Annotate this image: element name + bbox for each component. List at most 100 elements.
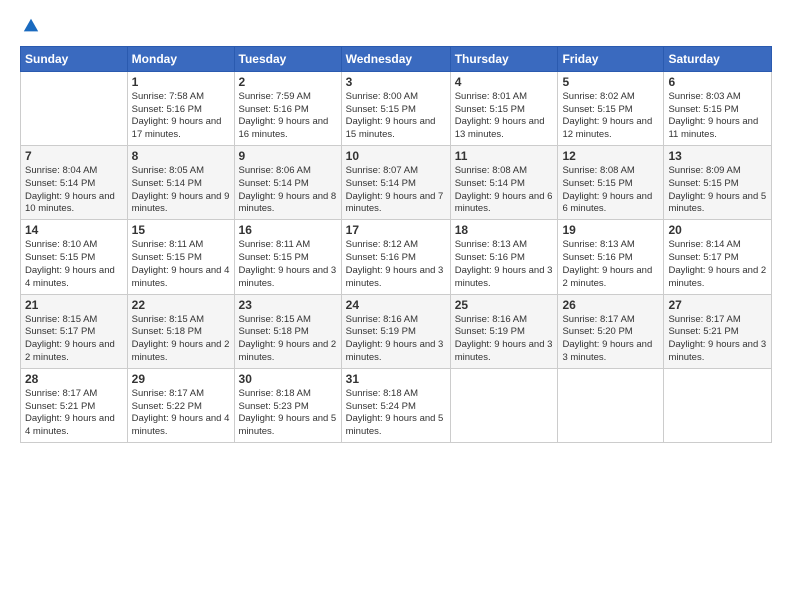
day-number: 28 xyxy=(25,372,123,386)
day-info: Sunrise: 8:02 AMSunset: 5:15 PMDaylight:… xyxy=(562,91,659,142)
day-number: 14 xyxy=(25,223,123,237)
day-info: Sunrise: 8:04 AMSunset: 5:14 PMDaylight:… xyxy=(25,165,123,216)
day-number: 16 xyxy=(239,223,337,237)
calendar-cell: 20 Sunrise: 8:14 AMSunset: 5:17 PMDayligh… xyxy=(664,220,772,294)
calendar-cell: 15 Sunrise: 8:11 AMSunset: 5:15 PMDayligh… xyxy=(127,220,234,294)
day-info: Sunrise: 8:17 AMSunset: 5:22 PMDaylight:… xyxy=(132,388,230,439)
day-number: 20 xyxy=(668,223,767,237)
calendar-week-row: 28 Sunrise: 8:17 AMSunset: 5:21 PMDayligh… xyxy=(21,368,772,442)
day-number: 5 xyxy=(562,75,659,89)
calendar-week-row: 21 Sunrise: 8:15 AMSunset: 5:17 PMDayligh… xyxy=(21,294,772,368)
day-info: Sunrise: 8:10 AMSunset: 5:15 PMDaylight:… xyxy=(25,239,123,290)
header xyxy=(20,16,772,36)
calendar-cell: 6 Sunrise: 8:03 AMSunset: 5:15 PMDaylight… xyxy=(664,71,772,145)
day-info: Sunrise: 8:11 AMSunset: 5:15 PMDaylight:… xyxy=(132,239,230,290)
calendar-cell: 4 Sunrise: 8:01 AMSunset: 5:15 PMDaylight… xyxy=(450,71,558,145)
day-number: 1 xyxy=(132,75,230,89)
calendar-cell: 2 Sunrise: 7:59 AMSunset: 5:16 PMDaylight… xyxy=(234,71,341,145)
day-info: Sunrise: 8:01 AMSunset: 5:15 PMDaylight:… xyxy=(455,91,554,142)
day-info: Sunrise: 8:16 AMSunset: 5:19 PMDaylight:… xyxy=(455,314,554,365)
calendar-cell: 28 Sunrise: 8:17 AMSunset: 5:21 PMDayligh… xyxy=(21,368,128,442)
day-number: 23 xyxy=(239,298,337,312)
day-info: Sunrise: 8:06 AMSunset: 5:14 PMDaylight:… xyxy=(239,165,337,216)
calendar-cell: 10 Sunrise: 8:07 AMSunset: 5:14 PMDayligh… xyxy=(341,146,450,220)
calendar-cell: 31 Sunrise: 8:18 AMSunset: 5:24 PMDayligh… xyxy=(341,368,450,442)
day-info: Sunrise: 8:18 AMSunset: 5:23 PMDaylight:… xyxy=(239,388,337,439)
day-number: 19 xyxy=(562,223,659,237)
day-info: Sunrise: 8:12 AMSunset: 5:16 PMDaylight:… xyxy=(346,239,446,290)
day-number: 24 xyxy=(346,298,446,312)
day-number: 31 xyxy=(346,372,446,386)
calendar-cell: 11 Sunrise: 8:08 AMSunset: 5:14 PMDayligh… xyxy=(450,146,558,220)
calendar-cell: 25 Sunrise: 8:16 AMSunset: 5:19 PMDayligh… xyxy=(450,294,558,368)
calendar-cell: 12 Sunrise: 8:08 AMSunset: 5:15 PMDayligh… xyxy=(558,146,664,220)
calendar-table: SundayMondayTuesdayWednesdayThursdayFrid… xyxy=(20,46,772,443)
logo xyxy=(20,16,44,36)
calendar-cell: 21 Sunrise: 8:15 AMSunset: 5:17 PMDayligh… xyxy=(21,294,128,368)
day-info: Sunrise: 8:08 AMSunset: 5:15 PMDaylight:… xyxy=(562,165,659,216)
day-number: 22 xyxy=(132,298,230,312)
day-info: Sunrise: 8:07 AMSunset: 5:14 PMDaylight:… xyxy=(346,165,446,216)
calendar-cell: 14 Sunrise: 8:10 AMSunset: 5:15 PMDayligh… xyxy=(21,220,128,294)
day-number: 18 xyxy=(455,223,554,237)
calendar-cell: 1 Sunrise: 7:58 AMSunset: 5:16 PMDaylight… xyxy=(127,71,234,145)
calendar-cell: 13Sunrise: 8:09 AMSunset: 5:15 PMDayligh… xyxy=(664,146,772,220)
weekday-header-tuesday: Tuesday xyxy=(234,46,341,71)
weekday-header-saturday: Saturday xyxy=(664,46,772,71)
calendar-cell: 30 Sunrise: 8:18 AMSunset: 5:23 PMDayligh… xyxy=(234,368,341,442)
calendar-cell: 24 Sunrise: 8:16 AMSunset: 5:19 PMDayligh… xyxy=(341,294,450,368)
calendar-week-row: 1 Sunrise: 7:58 AMSunset: 5:16 PMDaylight… xyxy=(21,71,772,145)
calendar-week-row: 14 Sunrise: 8:10 AMSunset: 5:15 PMDayligh… xyxy=(21,220,772,294)
day-info: Sunrise: 8:00 AMSunset: 5:15 PMDaylight:… xyxy=(346,91,446,142)
day-info: Sunrise: 8:14 AMSunset: 5:17 PMDaylight:… xyxy=(668,239,767,290)
calendar-page: SundayMondayTuesdayWednesdayThursdayFrid… xyxy=(0,0,792,612)
day-number: 3 xyxy=(346,75,446,89)
day-info: Sunrise: 8:13 AMSunset: 5:16 PMDaylight:… xyxy=(455,239,554,290)
day-number: 12 xyxy=(562,149,659,163)
day-number: 10 xyxy=(346,149,446,163)
day-info: Sunrise: 8:18 AMSunset: 5:24 PMDaylight:… xyxy=(346,388,446,439)
day-number: 9 xyxy=(239,149,337,163)
calendar-cell xyxy=(450,368,558,442)
calendar-cell: 9 Sunrise: 8:06 AMSunset: 5:14 PMDaylight… xyxy=(234,146,341,220)
calendar-cell: 29 Sunrise: 8:17 AMSunset: 5:22 PMDayligh… xyxy=(127,368,234,442)
day-number: 7 xyxy=(25,149,123,163)
day-number: 4 xyxy=(455,75,554,89)
day-info: Sunrise: 8:15 AMSunset: 5:17 PMDaylight:… xyxy=(25,314,123,365)
day-info: Sunrise: 8:17 AMSunset: 5:20 PMDaylight:… xyxy=(562,314,659,365)
weekday-header-friday: Friday xyxy=(558,46,664,71)
calendar-cell: 3 Sunrise: 8:00 AMSunset: 5:15 PMDaylight… xyxy=(341,71,450,145)
calendar-week-row: 7 Sunrise: 8:04 AMSunset: 5:14 PMDaylight… xyxy=(21,146,772,220)
calendar-cell: 7 Sunrise: 8:04 AMSunset: 5:14 PMDaylight… xyxy=(21,146,128,220)
calendar-cell: 26 Sunrise: 8:17 AMSunset: 5:20 PMDayligh… xyxy=(558,294,664,368)
day-number: 15 xyxy=(132,223,230,237)
day-info: Sunrise: 8:08 AMSunset: 5:14 PMDaylight:… xyxy=(455,165,554,216)
day-info: Sunrise: 8:11 AMSunset: 5:15 PMDaylight:… xyxy=(239,239,337,290)
calendar-cell xyxy=(664,368,772,442)
day-number: 13 xyxy=(668,149,767,163)
calendar-cell xyxy=(21,71,128,145)
day-info: Sunrise: 8:03 AMSunset: 5:15 PMDaylight:… xyxy=(668,91,767,142)
weekday-header-wednesday: Wednesday xyxy=(341,46,450,71)
day-info: Sunrise: 7:58 AMSunset: 5:16 PMDaylight:… xyxy=(132,91,230,142)
day-info: Sunrise: 8:17 AMSunset: 5:21 PMDaylight:… xyxy=(25,388,123,439)
day-number: 11 xyxy=(455,149,554,163)
day-number: 6 xyxy=(668,75,767,89)
day-number: 25 xyxy=(455,298,554,312)
calendar-cell: 19Sunrise: 8:13 AMSunset: 5:16 PMDayligh… xyxy=(558,220,664,294)
day-info: Sunrise: 8:17 AMSunset: 5:21 PMDaylight:… xyxy=(668,314,767,365)
day-info: Sunrise: 8:15 AMSunset: 5:18 PMDaylight:… xyxy=(239,314,337,365)
day-number: 2 xyxy=(239,75,337,89)
calendar-cell: 5 Sunrise: 8:02 AMSunset: 5:15 PMDaylight… xyxy=(558,71,664,145)
calendar-cell: 16 Sunrise: 8:11 AMSunset: 5:15 PMDayligh… xyxy=(234,220,341,294)
day-number: 27 xyxy=(668,298,767,312)
day-info: Sunrise: 7:59 AMSunset: 5:16 PMDaylight:… xyxy=(239,91,337,142)
weekday-header-thursday: Thursday xyxy=(450,46,558,71)
day-info: Sunrise: 8:16 AMSunset: 5:19 PMDaylight:… xyxy=(346,314,446,365)
day-number: 21 xyxy=(25,298,123,312)
day-number: 30 xyxy=(239,372,337,386)
calendar-cell: 23 Sunrise: 8:15 AMSunset: 5:18 PMDayligh… xyxy=(234,294,341,368)
day-number: 29 xyxy=(132,372,230,386)
day-number: 26 xyxy=(562,298,659,312)
calendar-cell: 8Sunrise: 8:05 AMSunset: 5:14 PMDaylight… xyxy=(127,146,234,220)
